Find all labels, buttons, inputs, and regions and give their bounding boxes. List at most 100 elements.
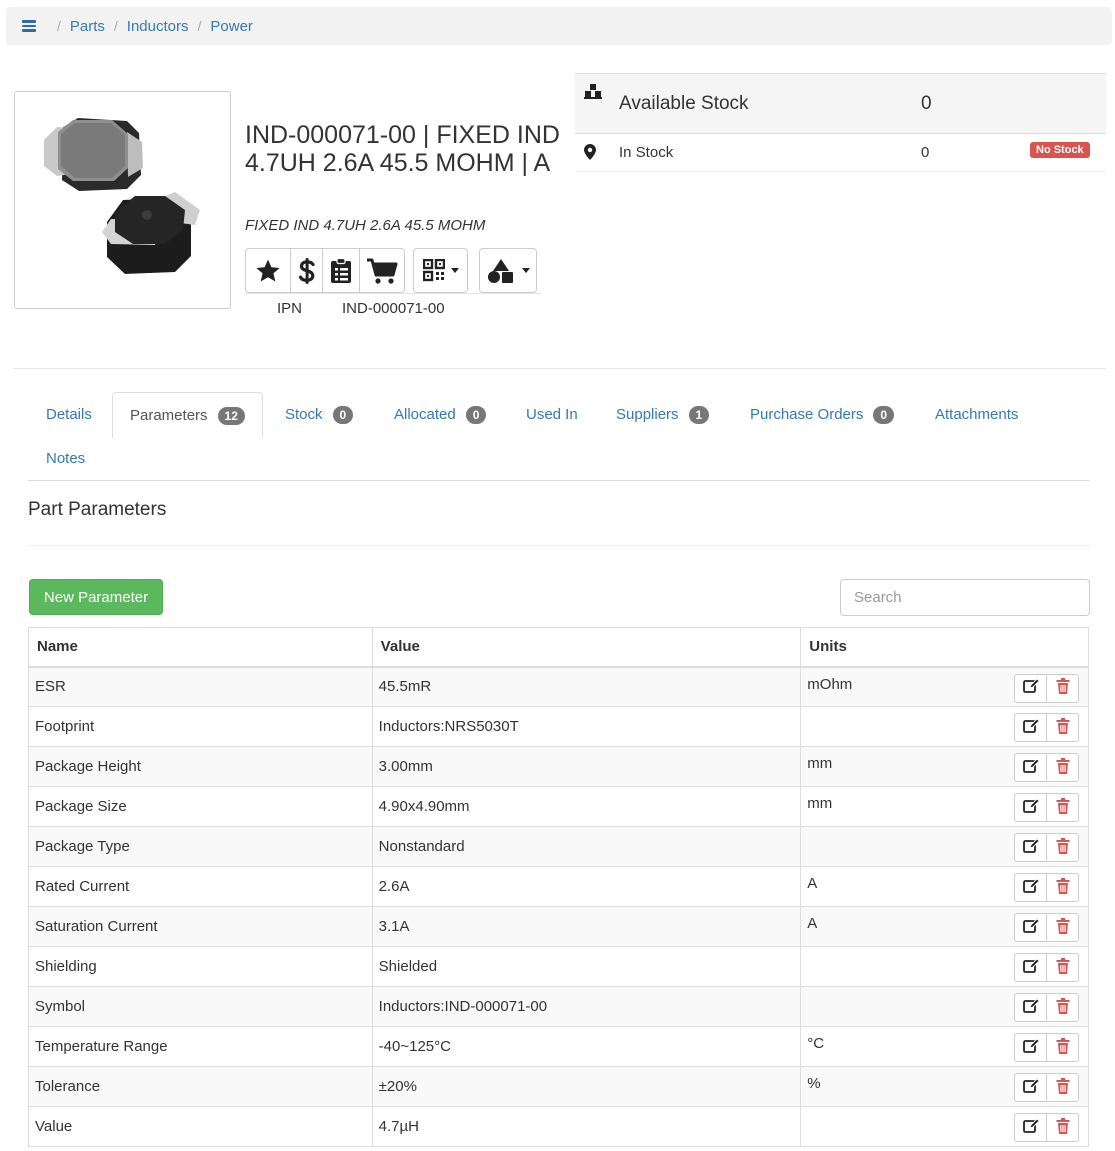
search-input[interactable] xyxy=(840,579,1090,616)
param-name: Footprint xyxy=(28,706,373,747)
edit-button[interactable] xyxy=(1014,913,1047,942)
edit-button[interactable] xyxy=(1014,873,1047,902)
table-row: Shielding Shielded xyxy=(28,946,1089,987)
table-row: Footprint Inductors:NRS5030T xyxy=(28,706,1089,747)
param-value: -40~125°C xyxy=(371,1026,802,1067)
edit-button[interactable] xyxy=(1014,833,1047,862)
edit-icon xyxy=(1022,717,1040,738)
row-actions xyxy=(1014,673,1079,703)
new-parameter-button[interactable]: New Parameter xyxy=(29,579,163,615)
tab-label: Details xyxy=(46,406,92,423)
column-header-units[interactable]: Units xyxy=(800,627,1089,668)
param-units-cell: % xyxy=(800,1066,1089,1107)
count-badge: 1 xyxy=(688,405,710,424)
param-units-cell: mm xyxy=(800,746,1089,787)
param-name: Symbol xyxy=(28,986,373,1027)
part-thumbnail[interactable] xyxy=(14,91,231,309)
tab-parameters[interactable]: Parameters 12 xyxy=(112,392,263,438)
edit-button[interactable] xyxy=(1014,793,1047,822)
param-name: Tolerance xyxy=(28,1066,373,1107)
trash-icon xyxy=(1056,1117,1070,1138)
delete-button[interactable] xyxy=(1046,753,1079,782)
delete-button[interactable] xyxy=(1046,993,1079,1022)
param-name: Saturation Current xyxy=(28,906,373,947)
tab-used-in[interactable]: Used In xyxy=(509,392,595,437)
trash-icon xyxy=(1056,1037,1070,1058)
star-button[interactable] xyxy=(245,248,291,293)
row-actions xyxy=(1014,953,1079,982)
column-header-name[interactable]: Name xyxy=(28,627,373,668)
edit-button[interactable] xyxy=(1014,713,1047,742)
count-badge: 0 xyxy=(332,405,354,424)
row-actions xyxy=(1014,1033,1079,1062)
trash-icon xyxy=(1056,997,1070,1018)
delete-button[interactable] xyxy=(1046,953,1079,982)
delete-button[interactable] xyxy=(1046,713,1079,742)
menu-icon[interactable] xyxy=(22,20,36,32)
tab-details[interactable]: Details xyxy=(29,392,109,437)
tab-attachments[interactable]: Attachments xyxy=(918,392,1035,437)
parameters-table: Name Value Units ESR 45.5mR mOhm Footprint I… xyxy=(28,627,1089,1147)
breadcrumb-inductors[interactable]: Inductors xyxy=(127,18,189,35)
edit-button[interactable] xyxy=(1014,993,1047,1022)
tab-suppliers[interactable]: Suppliers 1 xyxy=(599,392,726,437)
column-header-value[interactable]: Value xyxy=(371,627,802,668)
delete-button[interactable] xyxy=(1046,1073,1079,1102)
param-value: 2.6A xyxy=(371,866,802,907)
edit-icon xyxy=(1022,1117,1040,1138)
edit-button[interactable] xyxy=(1014,673,1047,703)
trash-icon xyxy=(1056,837,1070,858)
delete-button[interactable] xyxy=(1046,673,1079,703)
tab-purchase-orders[interactable]: Purchase Orders 0 xyxy=(733,392,911,437)
breadcrumb-parts[interactable]: Parts xyxy=(70,18,105,35)
edit-icon xyxy=(1022,1037,1040,1058)
in-stock-row: In Stock 0 No Stock xyxy=(575,134,1106,172)
delete-button[interactable] xyxy=(1046,833,1079,862)
trash-icon xyxy=(1056,1077,1070,1098)
edit-icon xyxy=(1022,797,1040,818)
pricing-button[interactable] xyxy=(290,248,323,293)
edit-icon xyxy=(1022,757,1040,778)
edit-button[interactable] xyxy=(1014,753,1047,782)
edit-button[interactable] xyxy=(1014,1073,1047,1102)
tab-allocated[interactable]: Allocated 0 xyxy=(377,392,503,437)
delete-button[interactable] xyxy=(1046,913,1079,942)
param-units-cell: mm xyxy=(800,786,1089,827)
count-stock-button[interactable] xyxy=(322,248,360,293)
breadcrumb-separator: / xyxy=(113,18,118,34)
tab-label: Attachments xyxy=(935,406,1019,423)
table-row: Value 4.7µH xyxy=(28,1106,1089,1147)
barcode-dropdown[interactable] xyxy=(413,248,468,293)
available-stock-value: 0 xyxy=(921,93,932,114)
row-actions xyxy=(1014,873,1079,902)
delete-button[interactable] xyxy=(1046,793,1079,822)
param-units: mm xyxy=(807,795,833,812)
edit-button[interactable] xyxy=(1014,953,1047,982)
trash-icon xyxy=(1056,917,1070,938)
param-units-cell xyxy=(800,986,1089,1027)
delete-button[interactable] xyxy=(1046,1113,1079,1142)
param-value: Inductors:IND-000071-00 xyxy=(371,986,802,1027)
param-units-cell xyxy=(800,946,1089,987)
row-actions xyxy=(1014,713,1079,742)
count-badge: 0 xyxy=(465,405,487,424)
tab-label: Used In xyxy=(526,406,578,423)
tab-notes[interactable]: Notes xyxy=(29,436,102,481)
breadcrumb-separator: / xyxy=(57,18,61,34)
qrcode-icon xyxy=(422,258,445,281)
delete-button[interactable] xyxy=(1046,1033,1079,1062)
order-button[interactable] xyxy=(359,248,405,293)
part-actions-dropdown[interactable] xyxy=(479,248,537,293)
dollar-icon xyxy=(298,257,315,284)
delete-button[interactable] xyxy=(1046,873,1079,902)
breadcrumb-power[interactable]: Power xyxy=(210,18,253,35)
available-stock-label: Available Stock xyxy=(619,93,749,114)
edit-button[interactable] xyxy=(1014,1113,1047,1142)
divider xyxy=(28,545,1090,546)
param-units-cell xyxy=(800,706,1089,747)
param-name: Temperature Range xyxy=(28,1026,373,1067)
tab-stock[interactable]: Stock 0 xyxy=(268,392,370,437)
param-name: Value xyxy=(28,1106,373,1147)
edit-button[interactable] xyxy=(1014,1033,1047,1062)
map-marker-icon xyxy=(584,144,596,160)
